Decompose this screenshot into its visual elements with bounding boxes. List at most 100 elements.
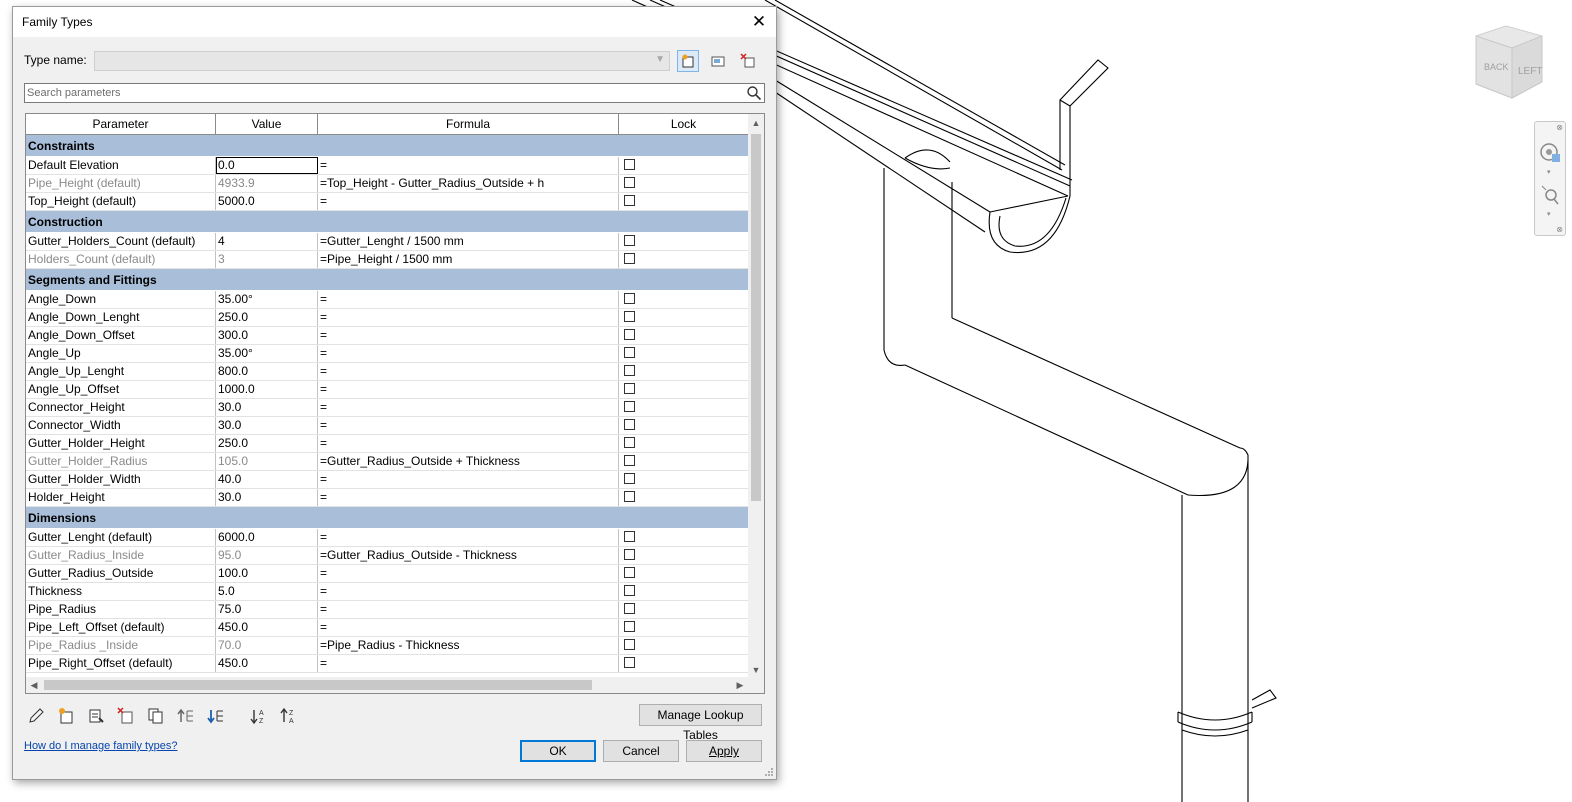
- parameter-formula-cell[interactable]: =: [318, 291, 619, 308]
- parameter-value-cell[interactable]: 4: [216, 233, 318, 250]
- parameter-value-cell[interactable]: 450.0: [216, 619, 318, 636]
- parameter-formula-cell[interactable]: =: [318, 489, 619, 506]
- lock-checkbox[interactable]: [624, 195, 635, 206]
- lock-checkbox[interactable]: [624, 455, 635, 466]
- rename-type-button[interactable]: [707, 50, 729, 72]
- ok-button[interactable]: OK: [520, 740, 596, 762]
- lock-checkbox[interactable]: [624, 437, 635, 448]
- lock-checkbox[interactable]: [624, 329, 635, 340]
- parameter-value-cell[interactable]: 35.00°: [216, 345, 318, 362]
- group-header[interactable]: Segments and Fittings: [26, 269, 748, 291]
- parameter-formula-cell[interactable]: =: [318, 435, 619, 452]
- search-input[interactable]: [27, 85, 737, 101]
- parameter-row[interactable]: Angle_Up 35.00° =: [26, 345, 748, 363]
- parameter-row[interactable]: Gutter_Holders_Count (default) 4 =Gutter_L…: [26, 233, 748, 251]
- apply-button[interactable]: Apply: [686, 740, 762, 762]
- chevron-down-icon[interactable]: ▾: [1547, 210, 1551, 218]
- delete-parameter-button[interactable]: [115, 705, 137, 727]
- lock-checkbox[interactable]: [624, 365, 635, 376]
- parameter-row[interactable]: Default Elevation 0.0 =: [26, 157, 748, 175]
- parameter-row[interactable]: Gutter_Holder_Radius 105.0 =Gutter_Radius_…: [26, 453, 748, 471]
- parameter-row[interactable]: Connector_Width 30.0 =: [26, 417, 748, 435]
- lock-checkbox[interactable]: [624, 639, 635, 650]
- group-header[interactable]: Constraints: [26, 135, 748, 157]
- parameter-formula-cell[interactable]: =Gutter_Radius_Outside - Thickness: [318, 547, 619, 564]
- parameter-row[interactable]: Angle_Up_Lenght 800.0 =: [26, 363, 748, 381]
- parameter-formula-cell[interactable]: =: [318, 565, 619, 582]
- new-parameter-button[interactable]: [55, 705, 77, 727]
- scroll-right-icon[interactable]: ▶: [732, 677, 748, 693]
- group-header[interactable]: Construction: [26, 211, 748, 233]
- header-formula[interactable]: Formula: [318, 114, 619, 134]
- new-type-button[interactable]: [677, 50, 699, 72]
- parameter-value-cell[interactable]: 800.0: [216, 363, 318, 380]
- zoom-icon[interactable]: [1540, 184, 1560, 206]
- parameter-formula-cell[interactable]: =: [318, 601, 619, 618]
- move-up-button[interactable]: [175, 705, 197, 727]
- parameter-value-cell[interactable]: 6000.0: [216, 529, 318, 546]
- parameter-formula-cell[interactable]: =Gutter_Radius_Outside + Thickness: [318, 453, 619, 470]
- parameter-row[interactable]: Holders_Count (default) 3 =Pipe_Height / 1…: [26, 251, 748, 269]
- parameter-row[interactable]: Pipe_Height (default) 4933.9 =Top_Height -…: [26, 175, 748, 193]
- parameter-value-cell[interactable]: 30.0: [216, 417, 318, 434]
- view-cube[interactable]: BACK LEFT: [1472, 24, 1548, 108]
- parameter-properties-button[interactable]: [85, 705, 107, 727]
- parameter-value-cell[interactable]: 250.0: [216, 435, 318, 452]
- parameter-formula-cell[interactable]: =: [318, 583, 619, 600]
- help-link[interactable]: How do I manage family types?: [24, 740, 177, 752]
- edit-parameter-button[interactable]: [25, 705, 47, 727]
- horizontal-scrollbar[interactable]: ◀ ▶: [26, 677, 764, 693]
- title-bar[interactable]: Family Types ✕: [13, 7, 776, 37]
- lock-checkbox[interactable]: [624, 311, 635, 322]
- parameter-row[interactable]: Pipe_Radius 75.0 =: [26, 601, 748, 619]
- lock-checkbox[interactable]: [624, 603, 635, 614]
- parameter-formula-cell[interactable]: =: [318, 363, 619, 380]
- lock-checkbox[interactable]: [624, 567, 635, 578]
- parameter-value-cell[interactable]: 300.0: [216, 327, 318, 344]
- delete-type-button[interactable]: [737, 50, 759, 72]
- parameter-formula-cell[interactable]: =: [318, 529, 619, 546]
- lock-checkbox[interactable]: [624, 159, 635, 170]
- parameter-formula-cell[interactable]: =: [318, 417, 619, 434]
- group-header[interactable]: Dimensions: [26, 507, 748, 529]
- close-button[interactable]: ✕: [742, 7, 776, 37]
- steering-wheel-icon[interactable]: [1539, 140, 1561, 166]
- parameter-row[interactable]: Pipe_Left_Offset (default) 450.0 =: [26, 619, 748, 637]
- lock-checkbox[interactable]: [624, 585, 635, 596]
- move-down-button[interactable]: [205, 705, 227, 727]
- parameter-formula-cell[interactable]: =: [318, 655, 619, 672]
- scroll-left-icon[interactable]: ◀: [26, 677, 42, 693]
- lock-checkbox[interactable]: [624, 491, 635, 502]
- parameter-row[interactable]: Gutter_Holder_Height 250.0 =: [26, 435, 748, 453]
- parameter-value-cell[interactable]: 5.0: [216, 583, 318, 600]
- parameter-value-cell[interactable]: 75.0: [216, 601, 318, 618]
- parameter-row[interactable]: Gutter_Radius_Inside 95.0 =Gutter_Radius_O…: [26, 547, 748, 565]
- parameter-row[interactable]: Thickness 5.0 =: [26, 583, 748, 601]
- header-parameter[interactable]: Parameter: [26, 114, 216, 134]
- copy-parameter-button[interactable]: [145, 705, 167, 727]
- parameter-row[interactable]: Angle_Down 35.00° =: [26, 291, 748, 309]
- lock-checkbox[interactable]: [624, 473, 635, 484]
- parameter-value-cell[interactable]: 30.0: [216, 399, 318, 416]
- parameter-row[interactable]: Gutter_Holder_Width 40.0 =: [26, 471, 748, 489]
- lock-checkbox[interactable]: [624, 253, 635, 264]
- parameter-value-cell[interactable]: 40.0: [216, 471, 318, 488]
- parameter-row[interactable]: Holder_Height 30.0 =: [26, 489, 748, 507]
- parameter-row[interactable]: Connector_Height 30.0 =: [26, 399, 748, 417]
- vertical-scroll-thumb[interactable]: [751, 134, 761, 501]
- parameter-formula-cell[interactable]: =Pipe_Radius - Thickness: [318, 637, 619, 654]
- parameter-formula-cell[interactable]: =: [318, 381, 619, 398]
- parameter-formula-cell[interactable]: =Gutter_Lenght / 1500 mm: [318, 233, 619, 250]
- parameter-row[interactable]: Pipe_Radius _Inside 70.0 =Pipe_Radius - Th…: [26, 637, 748, 655]
- parameter-row[interactable]: Angle_Down_Offset 300.0 =: [26, 327, 748, 345]
- parameter-value-cell[interactable]: 30.0: [216, 489, 318, 506]
- type-name-dropdown[interactable]: ▼: [94, 51, 670, 71]
- lock-checkbox[interactable]: [624, 235, 635, 246]
- parameter-row[interactable]: Gutter_Lenght (default) 6000.0 =: [26, 529, 748, 547]
- lock-checkbox[interactable]: [624, 657, 635, 668]
- search-icon[interactable]: [746, 85, 762, 101]
- parameter-formula-cell[interactable]: =: [318, 345, 619, 362]
- parameter-formula-cell[interactable]: =: [318, 193, 619, 210]
- cancel-button[interactable]: Cancel: [603, 740, 679, 762]
- parameter-row[interactable]: Pipe_Right_Offset (default) 450.0 =: [26, 655, 748, 673]
